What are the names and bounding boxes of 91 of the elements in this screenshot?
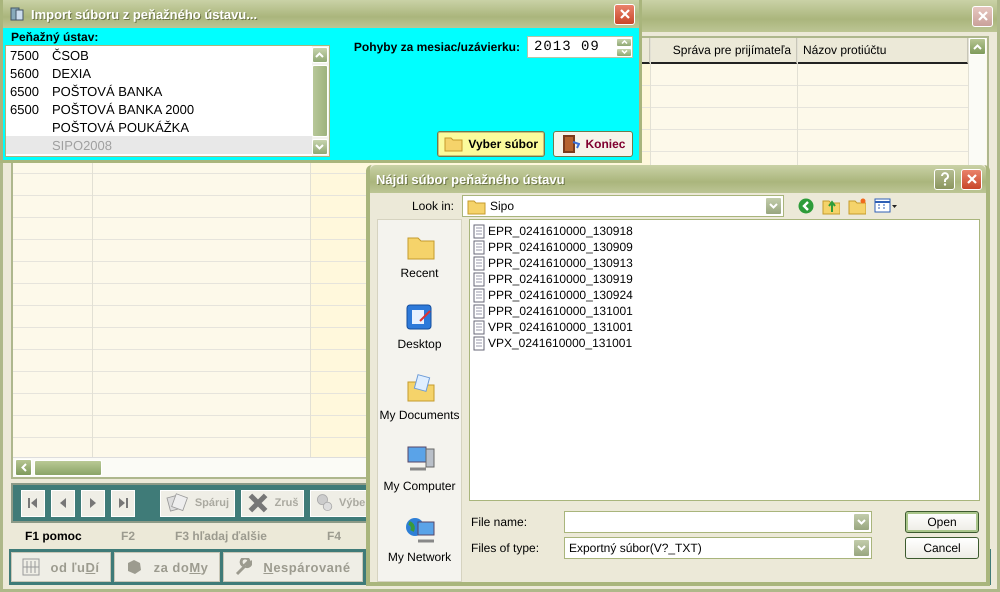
field-label: Pohyby za mesiac/uzávierku: [352, 40, 520, 54]
dialog-button[interactable]: Koniec [553, 131, 633, 157]
dropdown-button[interactable] [853, 538, 870, 556]
first-record-button[interactable] [21, 490, 45, 516]
close-button[interactable] [961, 168, 982, 190]
dropdown-button[interactable] [765, 197, 782, 216]
chevron-down-icon [857, 544, 866, 550]
last-icon [117, 496, 129, 510]
period-spinner[interactable]: 2013 09 [527, 36, 633, 58]
field-label: Look in: [410, 199, 455, 214]
function-key-label[interactable]: F1 pomoc [25, 529, 121, 543]
chevron-down-icon [769, 203, 778, 210]
chevron-left-icon [20, 463, 26, 472]
field-label: File name: [470, 514, 528, 528]
file-name-field[interactable] [564, 510, 872, 532]
dialog-button[interactable]: Vyber súbor [437, 131, 545, 157]
window-title: Nájdi súbor peňažného ústavu [376, 172, 565, 187]
text-file-icon [473, 288, 485, 302]
back-icon[interactable] [798, 198, 814, 214]
dropdown-button[interactable] [853, 512, 870, 530]
scroll-thumb[interactable] [312, 65, 328, 137]
text-file-icon [473, 272, 485, 286]
dialog-button[interactable]: Open [905, 510, 979, 532]
list-item[interactable]: 6500 POŠTOVÁ BANKA [6, 82, 312, 100]
vertical-scrollbar[interactable] [312, 46, 329, 156]
place-button[interactable]: Recent [378, 226, 462, 297]
door-icon [560, 134, 580, 154]
close-button[interactable] [614, 4, 635, 24]
next-record-button[interactable] [81, 490, 105, 516]
chevron-up-icon [315, 52, 324, 58]
abacus-icon [22, 558, 40, 576]
file-item[interactable]: VPX_0241610000_131001 [473, 335, 634, 351]
blob-icon [125, 558, 143, 576]
list-item[interactable]: 5600 DEXIA [6, 64, 312, 82]
wrench-icon [234, 558, 252, 576]
column-header[interactable]: Názov protiúčtu [798, 38, 968, 64]
text-file-icon [473, 304, 485, 318]
field-label: Peňažný ústav: [10, 30, 100, 45]
spin-down-button[interactable] [616, 48, 632, 56]
text-file-icon [473, 240, 485, 254]
new-folder-icon[interactable] [848, 197, 866, 216]
scroll-up-button[interactable] [312, 47, 328, 63]
scroll-up-button[interactable] [969, 38, 986, 55]
scroll-left-button[interactable] [15, 459, 32, 476]
window-title: Import súboru z peňažného ústavu... [31, 6, 258, 22]
close-button[interactable] [972, 6, 993, 26]
place-button[interactable]: My Network [378, 510, 462, 581]
place-button[interactable]: Desktop [378, 297, 462, 368]
chevron-down-icon [315, 144, 324, 150]
file-item[interactable]: EPR_0241610000_130918 [473, 223, 635, 239]
field-label: Files of type: [470, 540, 540, 554]
file-item[interactable]: PPR_0241610000_130909 [473, 239, 635, 255]
close-icon [978, 11, 988, 21]
help-button[interactable] [934, 168, 955, 190]
close-icon [620, 9, 630, 19]
dialog-button[interactable]: Cancel [905, 536, 979, 558]
view-menu-icon[interactable] [874, 198, 898, 214]
file-item[interactable]: PPR_0241610000_130924 [473, 287, 635, 303]
list-item[interactable]: POŠTOVÁ POUKÁŽKA [6, 118, 312, 136]
chevron-up-icon [973, 44, 982, 50]
text-file-icon [473, 320, 485, 334]
scroll-thumb[interactable] [34, 460, 102, 476]
file-item[interactable]: VPR_0241610000_131001 [473, 319, 635, 335]
previous-record-button[interactable] [51, 490, 75, 516]
app-icon [9, 6, 25, 22]
file-type-dropdown[interactable]: Exportný súbor(V?_TXT) [564, 536, 872, 558]
place-button[interactable]: My Computer [378, 439, 462, 510]
list-item[interactable]: 6500 POŠTOVÁ BANKA 2000 [6, 100, 312, 118]
file-item[interactable]: PPR_0241610000_131001 [473, 303, 635, 319]
chevron-down-icon [857, 518, 866, 524]
list-item[interactable]: 7500 ČSOB [6, 46, 312, 64]
documents-icon [166, 492, 188, 514]
column-header[interactable]: Správa pre prijímateľa [651, 38, 797, 64]
first-icon [27, 496, 39, 510]
chevron-up-icon [620, 40, 628, 44]
last-record-button[interactable] [111, 490, 135, 516]
text-file-icon [473, 336, 485, 350]
close-icon [966, 174, 976, 184]
chevron-down-icon [620, 50, 628, 54]
look-in-dropdown[interactable]: Sipo [462, 195, 784, 218]
spin-up-button[interactable] [616, 38, 632, 46]
place-button[interactable]: My Documents [378, 368, 462, 439]
file-list[interactable]: EPR_0241610000_130918 PPR_0241610000_130909 PPR_0241610000_130913 PPR_0241610000_130919 PPR_0241610000_130924 PPR_0241610000_131001 VPR_0241610000_131001 VPX_0241610000_131001 [469, 219, 980, 501]
question-icon [940, 172, 950, 186]
text-file-icon [473, 224, 485, 238]
text-file-icon [473, 256, 485, 270]
file-item[interactable]: PPR_0241610000_130913 [473, 255, 635, 271]
cross-icon [246, 492, 269, 514]
file-item[interactable]: PPR_0241610000_130919 [473, 271, 635, 287]
bank-list[interactable]: 7500 ČSOB 5600 DEXIA 6500 POŠTOVÁ BANKA 6500 POŠTOVÁ BANKA 2000 POŠTOVÁ POUKÁŽKA SIPO2008 [5, 45, 330, 157]
scroll-down-button[interactable] [312, 139, 328, 155]
